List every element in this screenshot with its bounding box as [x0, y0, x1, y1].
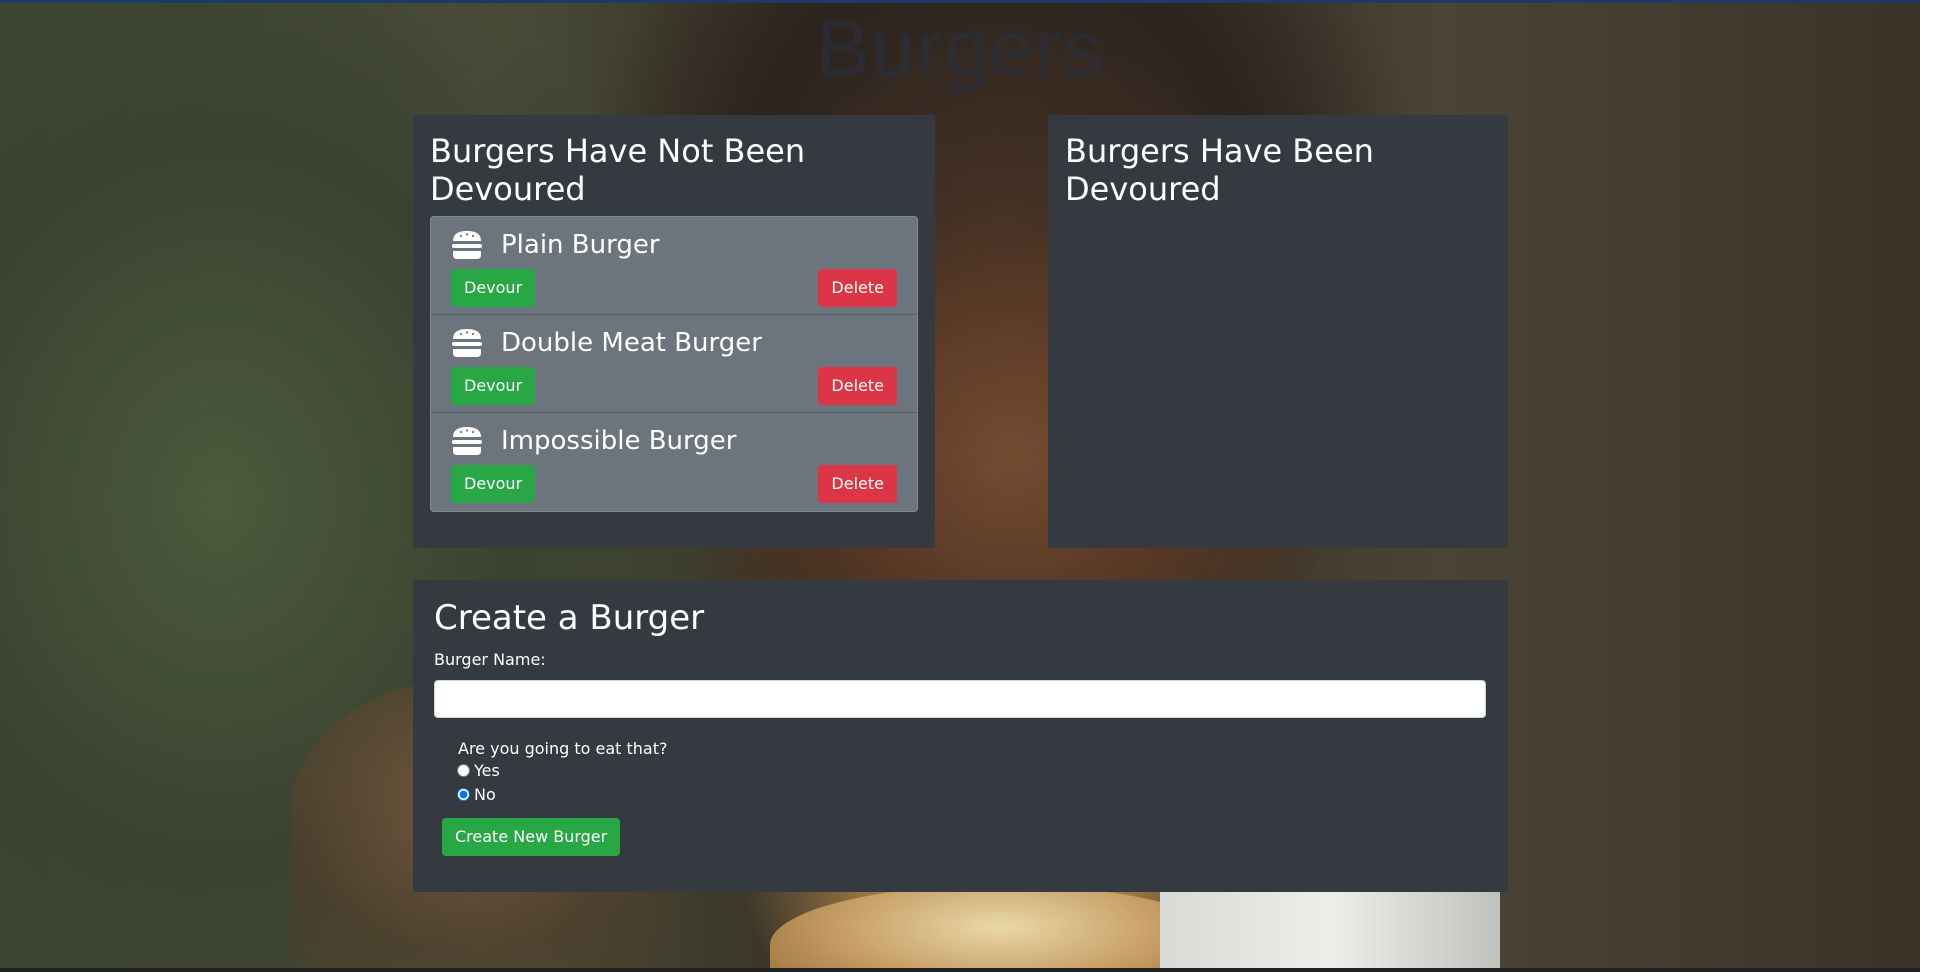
hamburger-icon	[451, 230, 483, 260]
radio-no-label: No	[474, 784, 496, 804]
hamburger-icon	[451, 328, 483, 358]
create-heading: Create a Burger	[434, 598, 705, 638]
burger-row-header: Plain Burger	[451, 227, 897, 263]
hamburger-icon	[451, 426, 483, 456]
burger-row-header: Double Meat Burger	[451, 325, 897, 361]
delete-button[interactable]: Delete	[818, 465, 897, 503]
top-border	[0, 0, 1920, 3]
devoured-heading: Burgers Have Been Devoured	[1065, 132, 1374, 208]
create-new-burger-button[interactable]: Create New Burger	[442, 818, 621, 856]
burger-name: Plain Burger	[501, 230, 660, 260]
site-title: Burgers	[816, 4, 1104, 93]
burger-name-label: Burger Name:	[434, 650, 546, 669]
devour-button[interactable]: Devour	[451, 465, 536, 503]
background-shirt	[1160, 880, 1500, 972]
delete-button[interactable]: Delete	[818, 269, 897, 307]
delete-button[interactable]: Delete	[818, 367, 897, 405]
page-right-gutter	[1920, 0, 1940, 972]
burger-actions: Devour Delete	[451, 367, 897, 405]
radio-option-no[interactable]: No	[457, 782, 1487, 806]
eat-question: Are you going to eat that?	[458, 739, 668, 758]
devoured-panel: Burgers Have Been Devoured	[1048, 115, 1508, 548]
not-devoured-panel: Burgers Have Not Been Devoured Plain Bur…	[413, 115, 935, 548]
bottom-border	[0, 968, 1920, 972]
radio-option-yes[interactable]: Yes	[457, 758, 1487, 782]
devour-button[interactable]: Devour	[451, 269, 536, 307]
burger-name: Double Meat Burger	[501, 328, 762, 358]
list-item: Double Meat Burger Devour Delete	[431, 315, 917, 413]
list-item: Impossible Burger Devour Delete	[431, 413, 917, 511]
not-devoured-list: Plain Burger Devour Delete Double Meat B…	[430, 216, 918, 512]
create-burger-panel: Create a Burger Burger Name: Are you goi…	[413, 580, 1508, 892]
burger-actions: Devour Delete	[451, 465, 897, 503]
radio-yes-label: Yes	[474, 760, 500, 780]
burger-row-header: Impossible Burger	[451, 423, 897, 459]
list-item: Plain Burger Devour Delete	[431, 217, 917, 315]
not-devoured-heading: Burgers Have Not Been Devoured	[430, 132, 806, 208]
burger-name-input[interactable]	[434, 680, 1486, 718]
burger-actions: Devour Delete	[451, 269, 897, 307]
radio-no[interactable]	[457, 787, 470, 801]
radio-yes[interactable]	[457, 763, 470, 777]
burger-name: Impossible Burger	[501, 426, 737, 456]
devour-button[interactable]: Devour	[451, 367, 536, 405]
